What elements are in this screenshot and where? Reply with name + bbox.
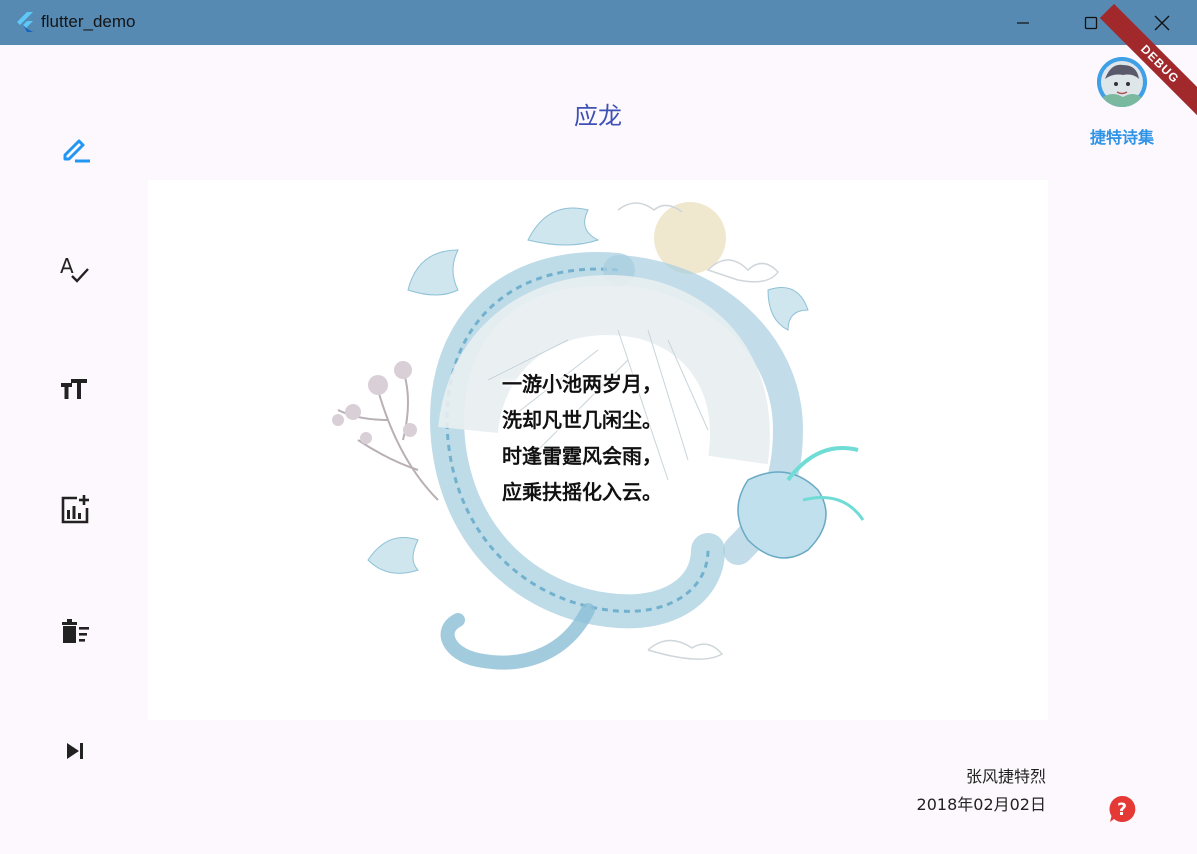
edit-icon — [63, 139, 90, 163]
svg-text:?: ? — [1117, 800, 1127, 820]
title-bar: flutter_demo — [0, 0, 1197, 45]
skip-next-icon — [67, 743, 83, 759]
poem-author: 张风捷特烈 — [965, 767, 1046, 786]
sidebar-item-edit[interactable] — [56, 130, 94, 168]
svg-text:A: A — [60, 254, 74, 278]
poem-date: 2018年02月02日 — [916, 795, 1046, 814]
profile-label[interactable]: 捷特诗集 — [1072, 124, 1172, 148]
poem-line: 洗却凡世几闲尘。 — [502, 408, 662, 432]
sidebar-item-spellcheck[interactable]: A — [56, 250, 94, 288]
window-title: flutter_demo — [41, 12, 136, 31]
avatar[interactable] — [1097, 57, 1147, 107]
help-icon: ? — [1109, 795, 1136, 822]
poem-line: 应乘扶摇化入云。 — [502, 480, 662, 504]
spellcheck-icon: A — [60, 254, 89, 283]
add-chart-icon — [61, 495, 89, 524]
poem-title: 应龙 — [574, 102, 622, 130]
close-icon — [1154, 15, 1170, 30]
text-size-icon — [61, 379, 87, 399]
minimize-icon — [1017, 21, 1029, 24]
maximize-icon — [1084, 16, 1098, 29]
sidebar-item-add-chart[interactable] — [56, 490, 94, 528]
sidebar-item-text-size[interactable] — [56, 370, 94, 408]
poem-line: 时逢雷霆风会雨， — [502, 444, 662, 468]
minimize-button[interactable] — [1000, 0, 1046, 45]
poem-line: 一游小池两岁月， — [502, 372, 662, 396]
sidebar-item-skip-next[interactable] — [56, 732, 94, 770]
help-button[interactable]: ? — [1107, 794, 1137, 824]
flutter-logo-icon — [17, 12, 33, 32]
avatar-image — [1097, 57, 1147, 107]
poem-body: 一游小池两岁月， 洗却凡世几闲尘。 时逢雷霆风会雨， 应乘扶摇化入云。 — [502, 366, 662, 510]
sidebar-item-delete-sweep[interactable] — [56, 612, 94, 650]
delete-sweep-icon — [62, 619, 89, 643]
